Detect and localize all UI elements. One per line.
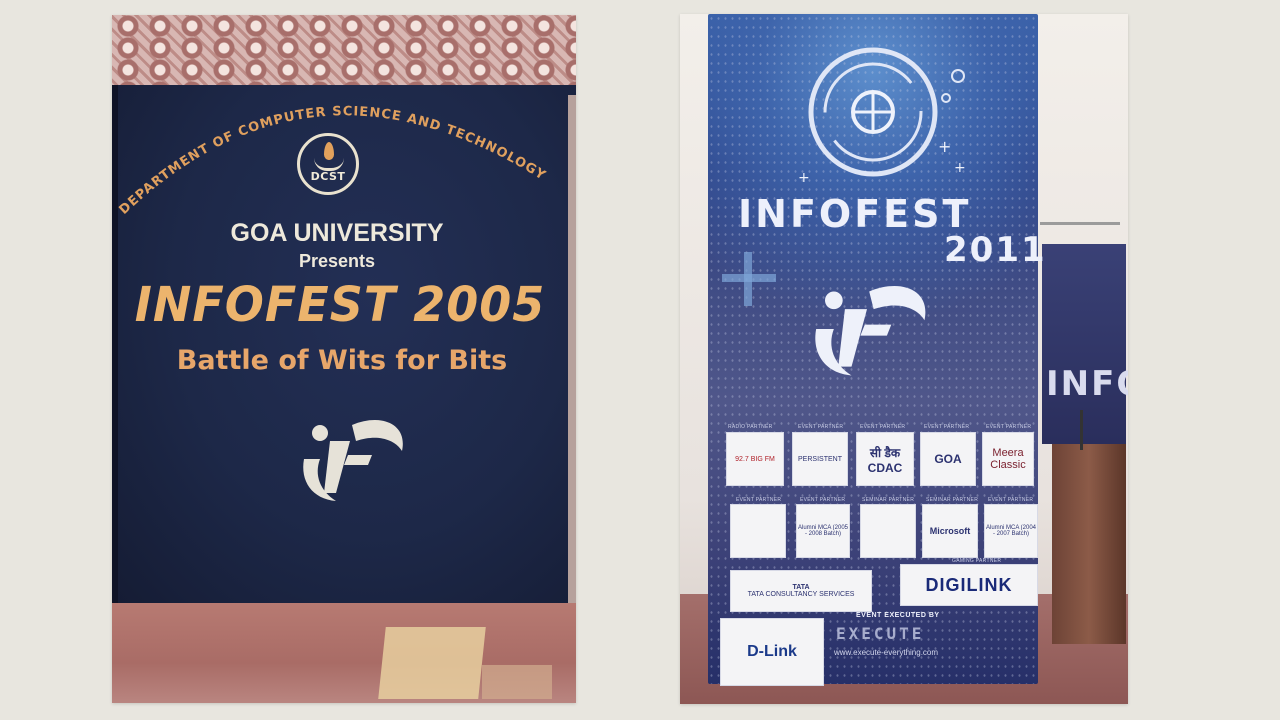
if-logo-icon	[815, 285, 926, 376]
infofest-tagline: Battle of Wits for Bits	[176, 345, 508, 376]
sponsor-caption: Radio Partner	[728, 424, 773, 430]
presents-text: Presents	[298, 251, 376, 271]
sponsor-logo	[730, 504, 786, 558]
sponsor-caption: Event Partner	[924, 424, 970, 430]
svg-text:+: +	[938, 137, 951, 156]
sponsor-caption: Event Partner	[860, 424, 906, 430]
event-executed-by-label: EVENT EXECUTED BY	[856, 612, 940, 619]
sponsor-logo: Microsoft	[922, 504, 978, 558]
sponsor-logo: PERSISTENT	[792, 432, 848, 486]
side-banner	[1042, 244, 1126, 444]
infofest-2005-photo: DEPARTMENT OF COMPUTER SCIENCE AND TECHN…	[112, 15, 576, 703]
light-patch	[482, 665, 552, 699]
dcst-logo: DCST	[297, 133, 359, 195]
podium	[1052, 444, 1126, 644]
tcs-logo: TATA TATA CONSULTANCY SERVICES	[730, 570, 872, 612]
sponsor-logo: GOA	[920, 432, 976, 486]
plus-decoration-icon	[722, 252, 776, 306]
university-name: GOA UNIVERSITY	[230, 219, 444, 247]
sponsor-logo: Alumni MCA (2004 - 2007 Batch)	[984, 504, 1038, 558]
sponsor-logo: सी डैक CDAC	[856, 432, 914, 486]
infofest-2011-year: 2011	[944, 230, 1047, 270]
gear-circles-icon: + + +	[798, 47, 966, 186]
sponsor-logo	[860, 504, 916, 558]
sponsor-caption: Seminar Partner	[926, 497, 979, 503]
infofest-2005-title: INFOFEST 2005	[134, 275, 546, 333]
svg-text:+: +	[954, 160, 966, 176]
sponsor-logo: Meera Classic	[982, 432, 1034, 486]
tcs-name: TATA CONSULTANCY SERVICES	[747, 591, 855, 598]
light-patch	[378, 627, 486, 699]
dlink-logo: D-Link	[720, 618, 824, 686]
infofest-2011-rollup-banner: + + + INFOFEST 2011 Radio Partner 92.7 B…	[708, 14, 1045, 686]
sponsor-caption: Seminar Partner	[862, 497, 915, 503]
sponsor-logo: Alumni MCA (2005 - 2008 Batch)	[796, 504, 850, 558]
sponsor-caption: Event Partner	[800, 497, 846, 503]
sponsor-caption: Event Partner	[798, 424, 844, 430]
sponsor-caption: Event Partner	[736, 497, 782, 503]
tcs-small-label: TATA	[792, 584, 810, 591]
svg-text:+: +	[798, 170, 810, 186]
if-logo-icon	[303, 420, 403, 501]
side-banner-text: INFOR	[1046, 364, 1128, 404]
dcst-logo-text: DCST	[310, 170, 346, 183]
execute-brand-logo: EXECUTE	[836, 624, 925, 643]
sponsor-logo: 92.7 BIG FM	[726, 432, 784, 486]
microphone-icon	[1080, 410, 1083, 450]
sponsor-caption: Event Partner	[986, 424, 1032, 430]
digilink-logo: DIGILINK	[900, 564, 1038, 606]
execute-website-url: www.execute-everything.com	[834, 648, 939, 657]
department-arc-text: DEPARTMENT OF COMPUTER SCIENCE AND TECHN…	[117, 104, 548, 218]
sponsor-caption: Event Partner	[988, 497, 1034, 503]
infofest-2011-photo: INFOR + + + INFOFEST 2011	[680, 14, 1128, 704]
